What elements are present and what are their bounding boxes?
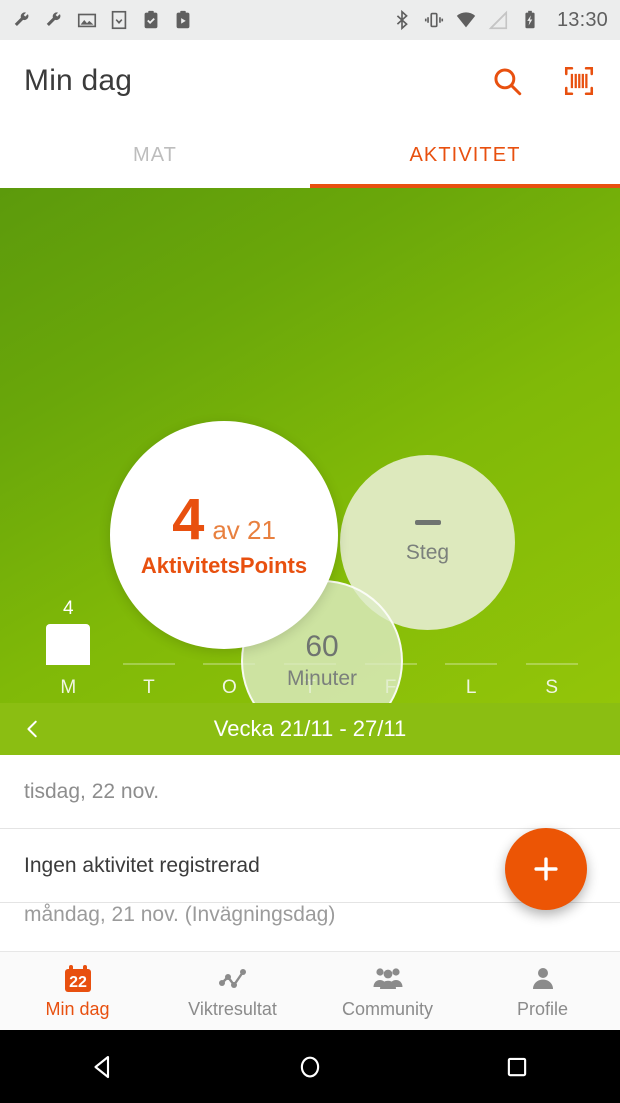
points-label: AktivitetsPoints xyxy=(140,553,308,578)
chart-bar xyxy=(46,623,91,665)
chart-axis-label: L xyxy=(465,677,477,698)
nav-item-community[interactable]: Community xyxy=(310,963,465,1020)
steps-empty-dash-icon xyxy=(414,520,441,525)
wrench-icon xyxy=(12,9,34,31)
square-recents-icon xyxy=(502,1052,532,1082)
wifi-icon xyxy=(455,9,477,31)
nav-label: Min dag xyxy=(45,998,110,1019)
points-goal: av 21 xyxy=(212,515,276,545)
android-navigation-bar xyxy=(0,1030,620,1103)
nav-item-min-dag[interactable]: 22 Min dag xyxy=(0,963,155,1020)
page-title: Min dag xyxy=(24,64,133,97)
status-bar: 13:30 xyxy=(0,0,620,40)
clipboard-play-icon xyxy=(172,9,194,31)
circle-home-icon xyxy=(295,1052,325,1082)
people-icon xyxy=(372,963,404,995)
back-button[interactable] xyxy=(0,1052,207,1082)
svg-text:22: 22 xyxy=(69,974,87,991)
minutes-value: 60 xyxy=(305,630,339,664)
app-root: 13:30 Min dag MAT AKTIVITET Steg 60 Minu… xyxy=(0,0,620,1103)
list-date-text: tisdag, 22 nov. xyxy=(24,779,160,803)
chart-axis-label: T xyxy=(143,677,155,698)
status-bar-left-icons xyxy=(12,9,194,31)
chart-bar xyxy=(525,663,578,665)
activity-summary-panel: Steg 60 Minuter 4 av 21 AktivitetsPoints… xyxy=(0,188,620,703)
points-value-row: 4 av 21 xyxy=(172,491,276,549)
nav-label: Profile xyxy=(516,998,569,1019)
chart-bar xyxy=(445,663,498,665)
week-range-label: Vecka 21/11 - 27/11 xyxy=(213,716,407,741)
wrench-icon xyxy=(44,9,66,31)
person-icon xyxy=(527,963,559,995)
chart-bar-value: 4 xyxy=(63,597,74,619)
clipboard-check-icon xyxy=(140,9,162,31)
bottom-navigation: 22 Min dag Viktresultat Community Profil… xyxy=(0,951,620,1030)
list-item-text: Ingen aktivitet registrerad xyxy=(24,853,260,877)
signal-icon xyxy=(487,9,509,31)
status-bar-right-icons: 13:30 xyxy=(391,9,608,32)
tab-mat[interactable]: MAT xyxy=(0,122,310,188)
bluetooth-icon xyxy=(391,9,413,31)
nav-label: Viktresultat xyxy=(188,998,277,1019)
download-icon xyxy=(108,9,130,31)
list-date-text: måndag, 21 nov. (Invägningsdag) xyxy=(24,903,336,926)
tab-aktivitet[interactable]: AKTIVITET xyxy=(310,122,620,188)
chart-axis-label: M xyxy=(60,677,77,698)
chart-column: 4M xyxy=(28,578,109,703)
app-bar: Min dag xyxy=(0,40,620,122)
nav-label: Community xyxy=(341,998,434,1019)
battery-charging-icon xyxy=(519,9,541,31)
list-date-header: måndag, 21 nov. (Invägningsdag) xyxy=(0,903,620,937)
plus-icon xyxy=(529,852,563,886)
steps-label: Steg xyxy=(405,541,450,564)
recents-button[interactable] xyxy=(413,1052,620,1082)
app-bar-actions xyxy=(490,64,596,98)
status-bar-clock: 13:30 xyxy=(556,8,608,31)
activity-points-bubble[interactable]: 4 av 21 AktivitetsPoints xyxy=(110,421,338,649)
week-navigation-bar[interactable]: Vecka 21/11 - 27/11 xyxy=(0,703,620,755)
minutes-label: Minuter xyxy=(286,666,358,690)
nav-item-profile[interactable]: Profile xyxy=(465,963,620,1020)
points-value: 4 xyxy=(172,487,205,552)
barcode-scanner-icon[interactable] xyxy=(562,64,596,98)
chart-bar xyxy=(122,663,175,665)
chart-axis-label: S xyxy=(545,677,559,698)
chart-column: S xyxy=(511,578,592,703)
add-activity-fab[interactable] xyxy=(505,828,587,910)
nav-item-viktresultat[interactable]: Viktresultat xyxy=(155,963,310,1020)
home-button[interactable] xyxy=(207,1052,414,1082)
image-icon xyxy=(76,9,98,31)
search-icon[interactable] xyxy=(490,64,524,98)
tab-bar: MAT AKTIVITET xyxy=(0,122,620,188)
line-chart-icon xyxy=(217,963,249,995)
vibrate-icon xyxy=(423,9,445,31)
chart-axis-label: O xyxy=(222,677,237,698)
calendar-22-icon: 22 xyxy=(62,963,94,995)
list-date-header: tisdag, 22 nov. xyxy=(0,755,620,828)
triangle-back-icon xyxy=(88,1052,118,1082)
